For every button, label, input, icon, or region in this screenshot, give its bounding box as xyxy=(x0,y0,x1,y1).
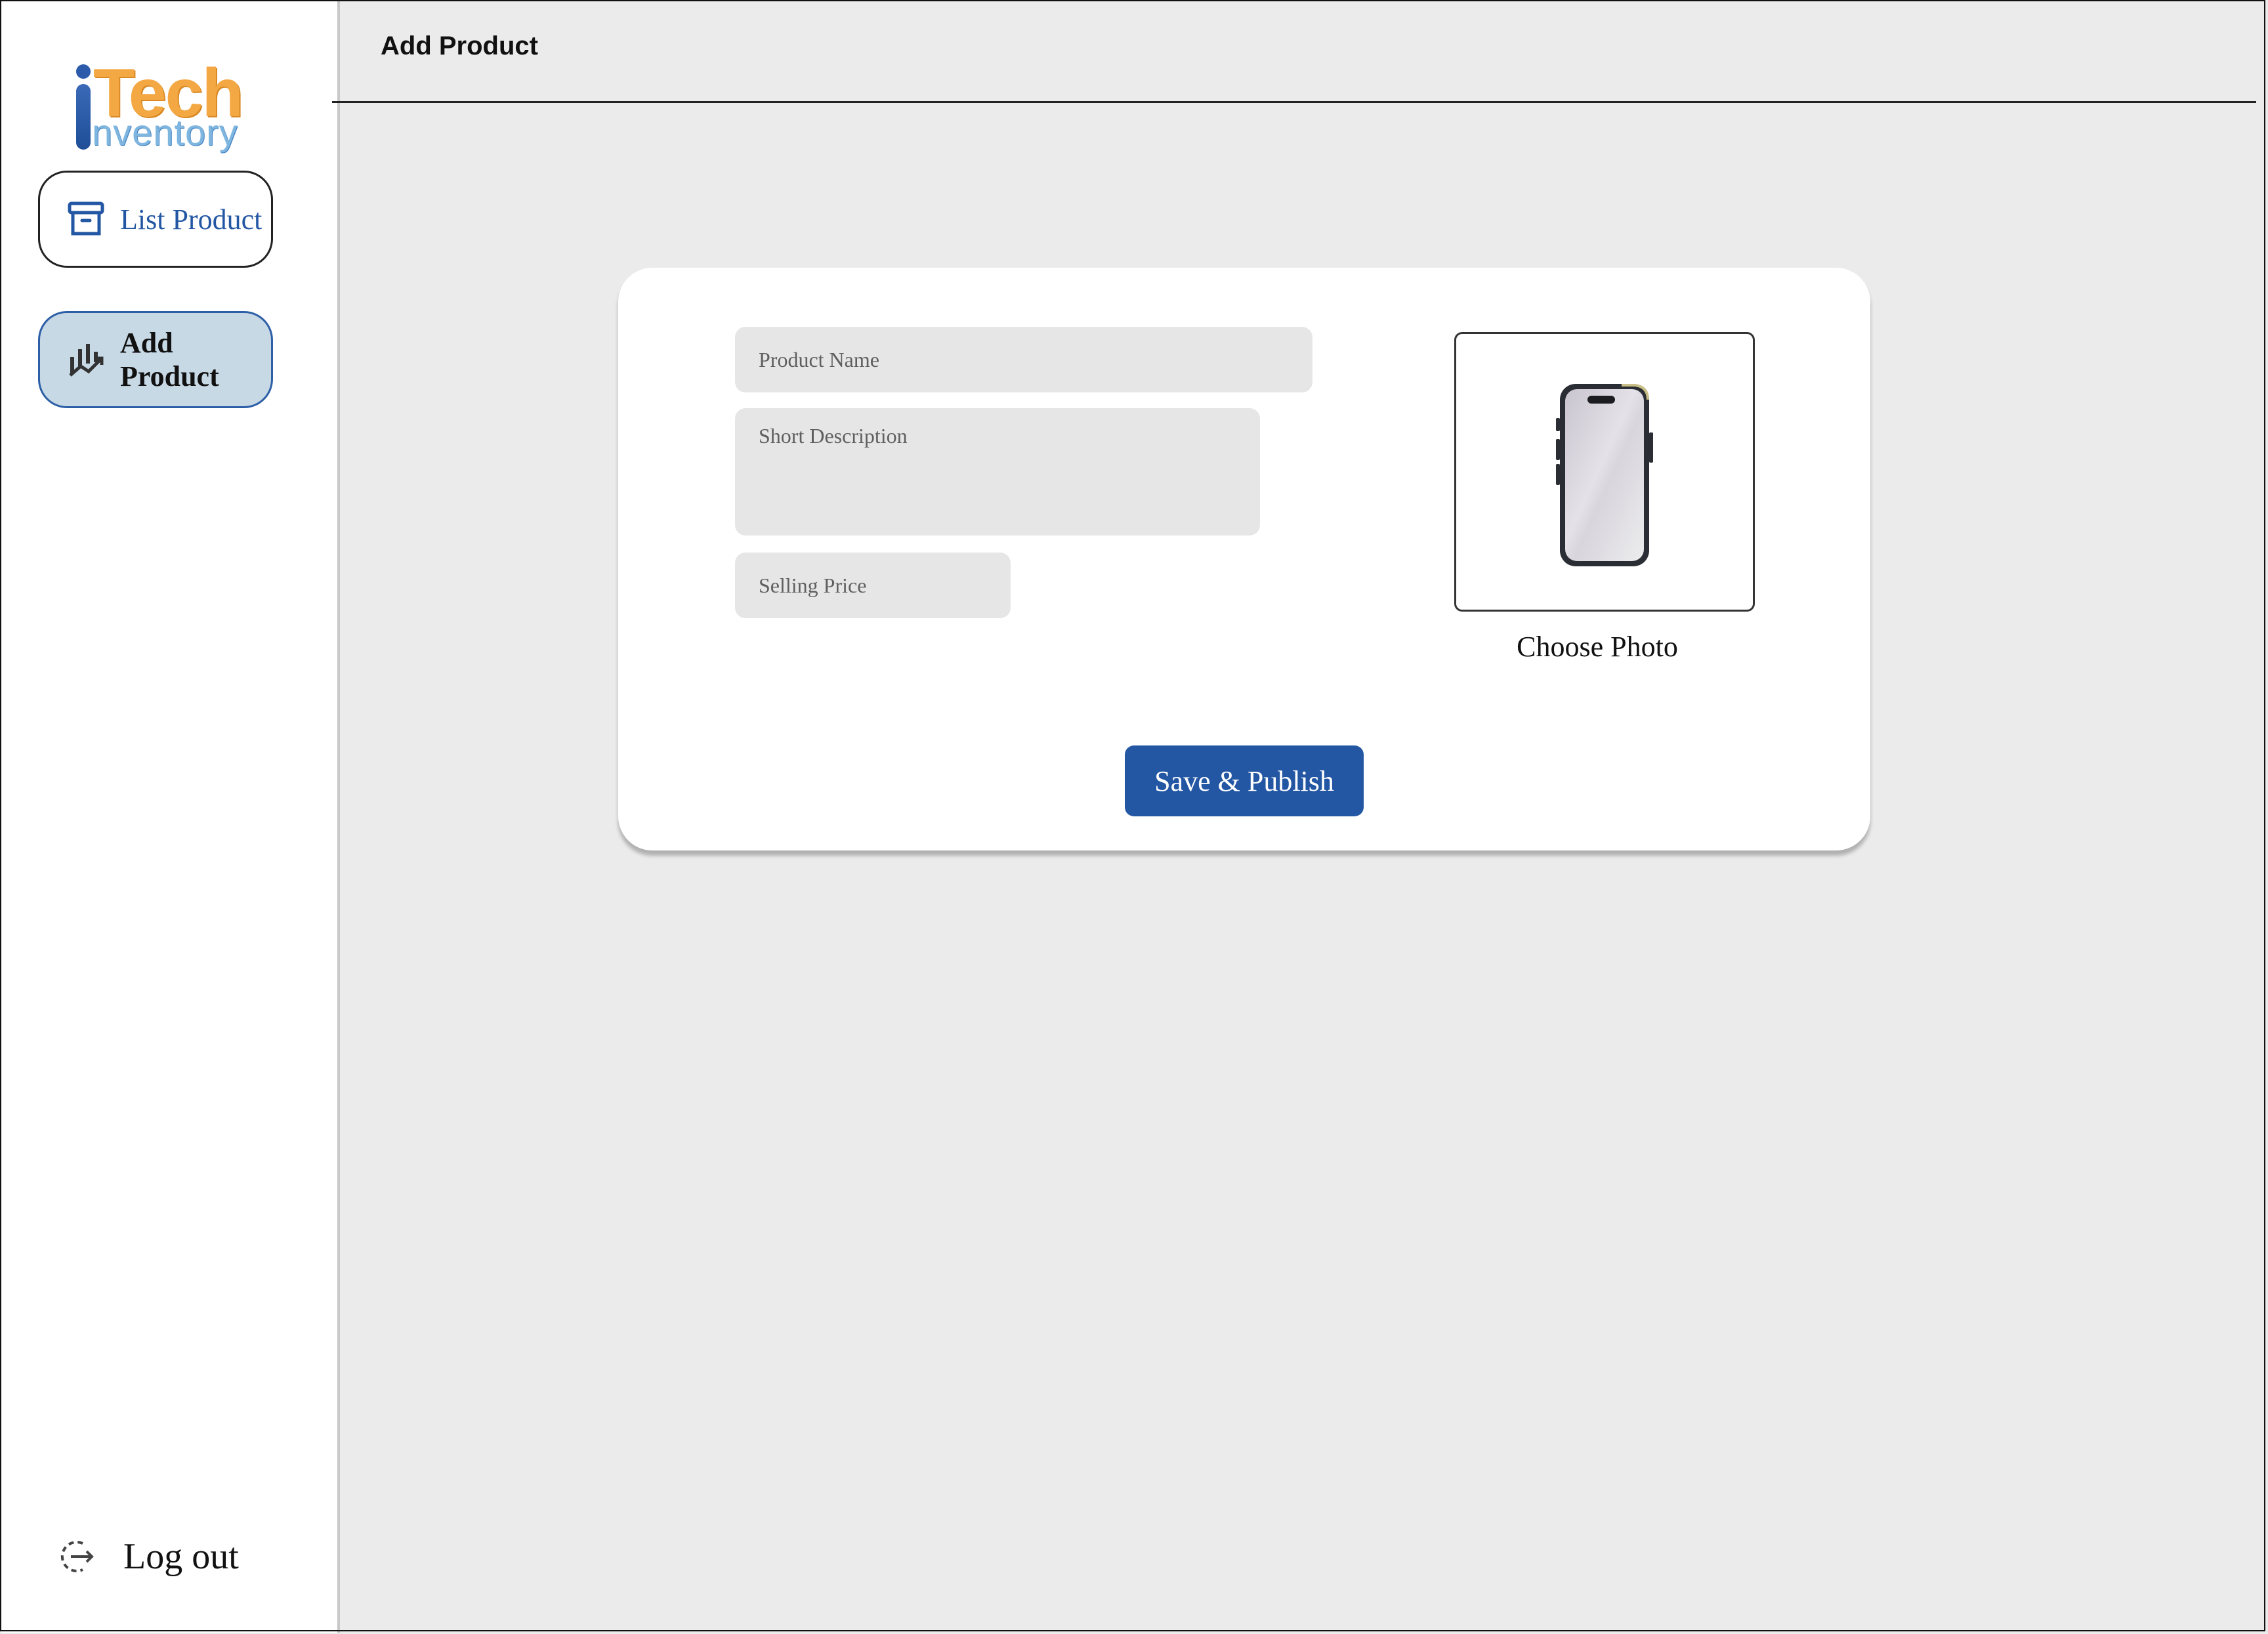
logout-label: Log out xyxy=(123,1536,239,1577)
logout-button[interactable]: Log out xyxy=(58,1536,239,1578)
sidebar-item-label: List Product xyxy=(120,203,262,236)
header-divider xyxy=(332,101,2256,103)
page-title: Add Product xyxy=(381,31,538,60)
save-publish-button[interactable]: Save & Publish xyxy=(1125,745,1364,816)
product-name-input[interactable] xyxy=(735,327,1312,392)
logo-inventory-text: nventory xyxy=(92,112,238,153)
chart-icon xyxy=(66,340,106,379)
archive-box-icon xyxy=(66,199,106,239)
phone-image xyxy=(1556,384,1653,566)
short-description-input[interactable] xyxy=(735,408,1260,535)
sidebar-item-add-product[interactable]: Add Product xyxy=(38,311,273,408)
sidebar-item-label: Add Product xyxy=(120,327,219,392)
add-product-form-card: Choose Photo Save & Publish xyxy=(618,268,1870,850)
logout-icon xyxy=(58,1537,97,1576)
sidebar: Tech nventory List Product Add Product L… xyxy=(1,1,340,1633)
choose-photo-label[interactable]: Choose Photo xyxy=(1454,630,1740,663)
sidebar-item-list-product[interactable]: List Product xyxy=(38,171,273,268)
photo-upload-box[interactable] xyxy=(1454,332,1755,612)
app-logo: Tech nventory xyxy=(71,59,243,157)
selling-price-input[interactable] xyxy=(735,553,1011,618)
